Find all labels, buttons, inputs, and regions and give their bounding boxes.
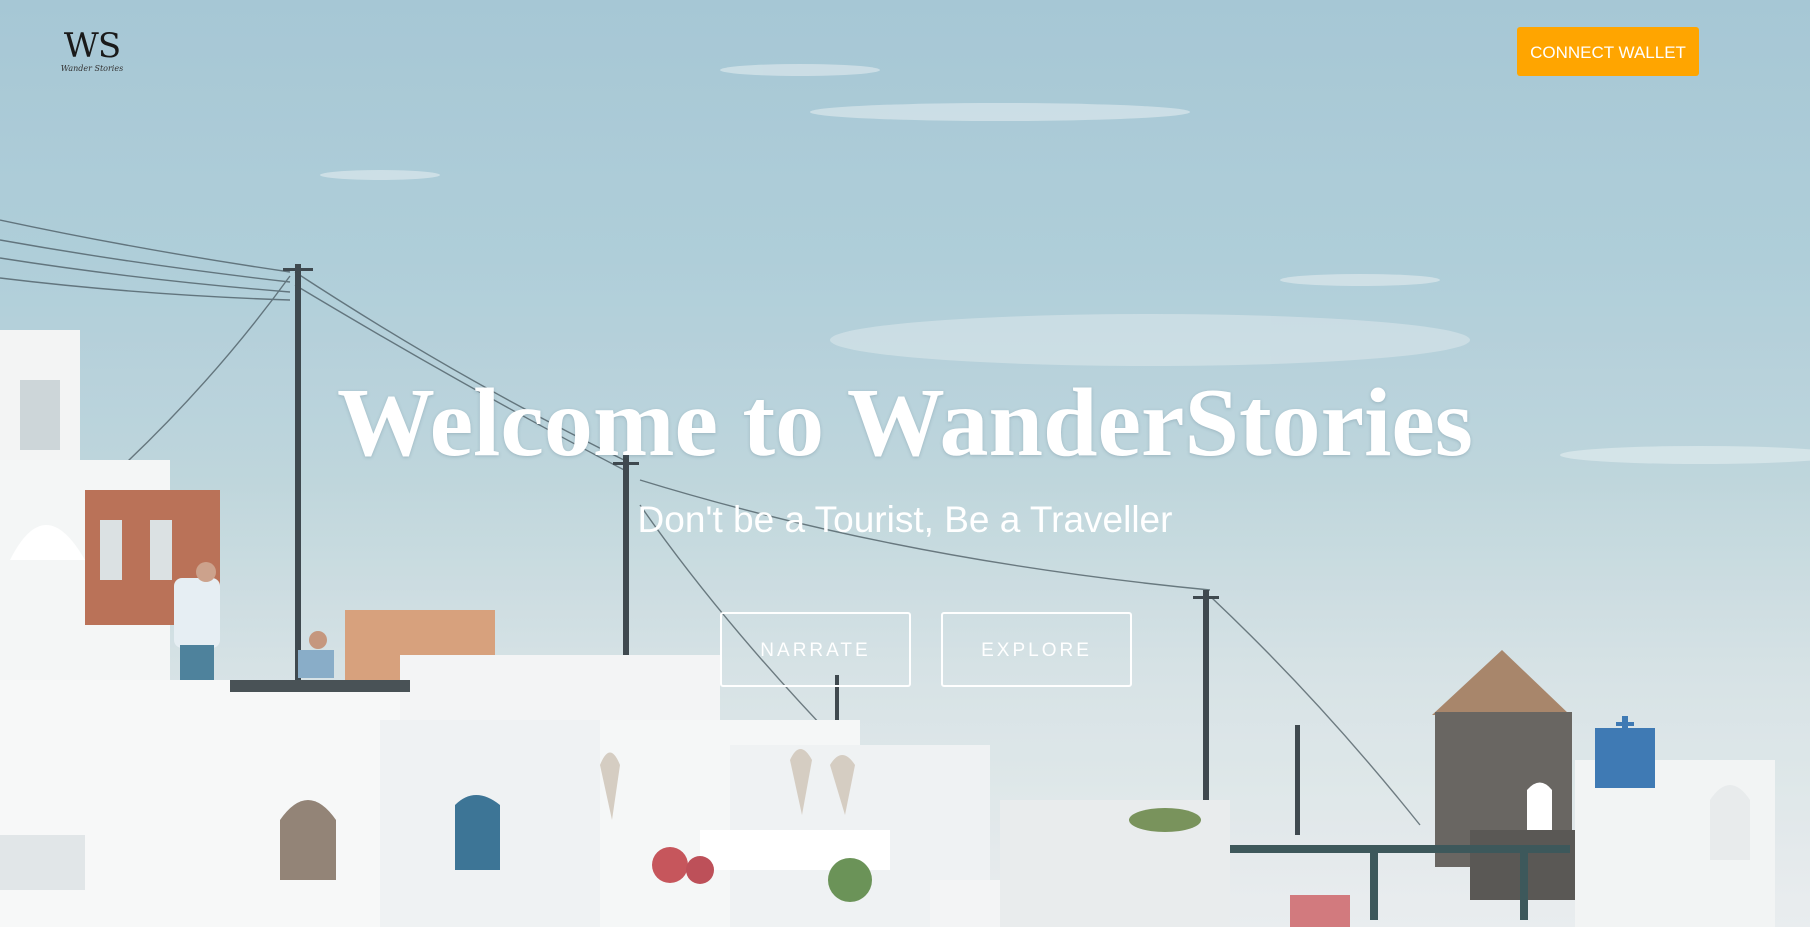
hero-subtitle: Don't be a Tourist, Be a Traveller xyxy=(637,499,1173,540)
hero-section: WS Wander Stories CONNECT WALLET Welcome… xyxy=(0,0,1810,927)
explore-button[interactable]: EXPLORE xyxy=(941,612,1132,687)
hero-title: Welcome to WanderStories xyxy=(337,369,1473,477)
logo-tagline: Wander Stories xyxy=(60,64,124,73)
narrate-button[interactable]: NARRATE xyxy=(720,612,911,687)
connect-wallet-button[interactable]: CONNECT WALLET xyxy=(1517,27,1699,76)
ws-monogram-logo-icon: WS xyxy=(63,26,121,66)
site-logo[interactable]: WS Wander Stories xyxy=(60,28,124,80)
